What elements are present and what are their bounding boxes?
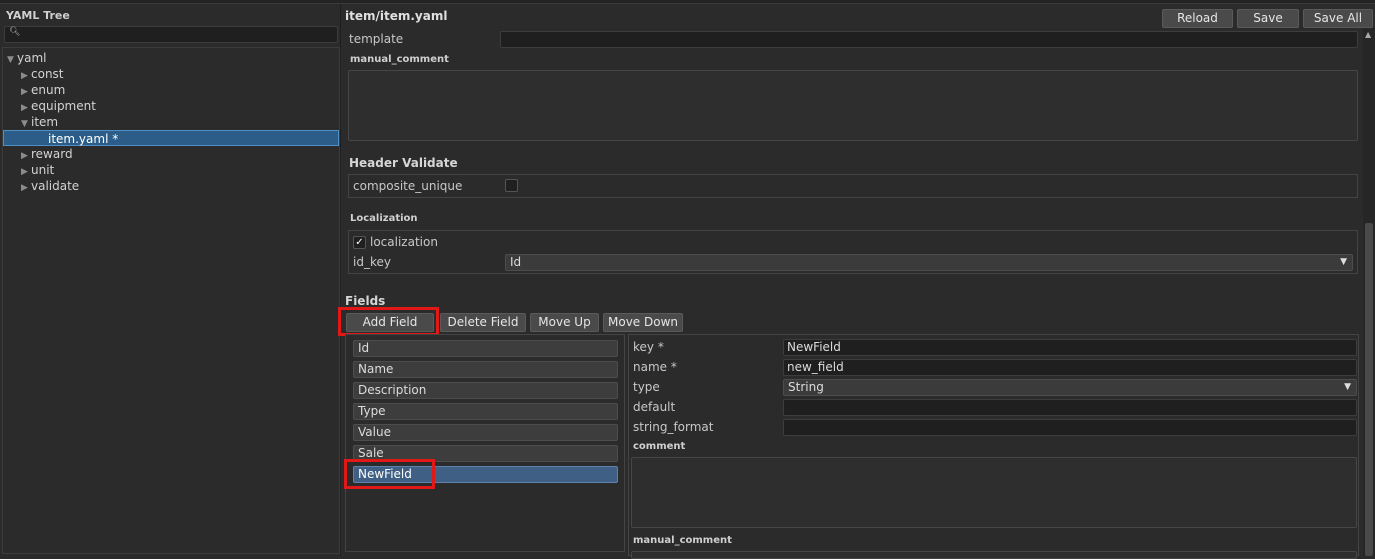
- search-icon: 🔍︎: [9, 27, 21, 37]
- chevron-down-icon: ▼: [1340, 257, 1347, 267]
- save-all-button[interactable]: Save All: [1303, 9, 1373, 28]
- fields-title: Fields: [345, 294, 386, 308]
- manual-comment-label: manual_comment: [350, 54, 449, 65]
- composite-unique-checkbox[interactable]: [505, 179, 518, 192]
- field-detail-panel: key * NewField name * new_field type Str…: [628, 334, 1359, 559]
- id-key-label: id_key: [353, 255, 391, 269]
- editor-panel: item/item.yaml Reload Save Save All ▲ te…: [338, 4, 1375, 559]
- move-up-button[interactable]: Move Up: [530, 313, 599, 332]
- default-input[interactable]: [783, 399, 1357, 416]
- field-list-item-type[interactable]: Type: [353, 403, 618, 420]
- default-label: default: [633, 400, 676, 414]
- save-button[interactable]: Save: [1237, 9, 1299, 28]
- composite-unique-label: composite_unique: [353, 179, 463, 193]
- file-title: item/item.yaml: [345, 9, 448, 23]
- field-list-item-id[interactable]: Id: [353, 340, 618, 357]
- field-list-item-description[interactable]: Description: [353, 382, 618, 399]
- key-input[interactable]: NewField: [783, 339, 1357, 356]
- collapsed-arrow-icon[interactable]: ▶: [21, 180, 31, 196]
- comment-textarea[interactable]: [631, 457, 1357, 528]
- editor-scrollbar[interactable]: ▲: [1363, 28, 1375, 556]
- field-list[interactable]: Id Name Description Type Value Sale NewF…: [345, 334, 625, 552]
- tree-item-unit[interactable]: ▶ unit: [3, 162, 339, 178]
- tree-item-reward[interactable]: ▶ reward: [3, 146, 339, 162]
- type-selected-value: String: [788, 380, 824, 394]
- tree-item-validate[interactable]: ▶ validate: [3, 178, 339, 194]
- header-validate-group: composite_unique: [348, 174, 1358, 198]
- highlight-new-field: [344, 459, 435, 489]
- comment-label: comment: [633, 441, 686, 452]
- type-label: type: [633, 380, 660, 394]
- name-input[interactable]: new_field: [783, 359, 1357, 376]
- localization-checkbox[interactable]: ✓: [353, 236, 366, 249]
- field-list-item-name[interactable]: Name: [353, 361, 618, 378]
- tree-view[interactable]: ▼ yaml ▶ const ▶ enum ▶ equipment ▼ item item…: [2, 47, 340, 554]
- string-format-label: string_format: [633, 420, 714, 434]
- yaml-tree-panel: YAML Tree 🔍︎ ▼ yaml ▶ const ▶ enum ▶ equipme…: [0, 4, 341, 556]
- move-down-button[interactable]: Move Down: [603, 313, 683, 332]
- scroll-up-arrow-icon[interactable]: ▲: [1365, 30, 1371, 39]
- header-validate-title: Header Validate: [349, 156, 458, 170]
- field-manual-comment-textarea[interactable]: [631, 551, 1357, 559]
- scrollbar-thumb[interactable]: [1365, 223, 1373, 556]
- localization-checkbox-label: localization: [370, 235, 438, 249]
- chevron-down-icon: ▼: [1344, 382, 1351, 392]
- tree-item-enum[interactable]: ▶ enum: [3, 82, 339, 98]
- name-label: name *: [633, 360, 677, 374]
- delete-field-button[interactable]: Delete Field: [440, 313, 526, 332]
- field-manual-comment-label: manual_comment: [633, 535, 732, 546]
- type-dropdown[interactable]: String ▼: [783, 379, 1357, 396]
- tree-item-const[interactable]: ▶ const: [3, 66, 339, 82]
- key-label: key *: [633, 340, 664, 354]
- check-icon: ✓: [355, 237, 364, 248]
- reload-button[interactable]: Reload: [1162, 9, 1233, 28]
- localization-group: ✓ localization id_key Id ▼: [348, 230, 1358, 274]
- field-list-item-value[interactable]: Value: [353, 424, 618, 441]
- tree-item-item[interactable]: ▼ item: [3, 114, 339, 130]
- manual-comment-textarea[interactable]: [348, 70, 1358, 141]
- tree-search-input[interactable]: 🔍︎: [4, 26, 338, 43]
- tree-item-item-yaml[interactable]: item.yaml *: [3, 130, 339, 146]
- tree-item-yaml[interactable]: ▼ yaml: [3, 50, 339, 66]
- tree-panel-title: YAML Tree: [6, 9, 70, 22]
- id-key-dropdown[interactable]: Id ▼: [505, 254, 1353, 271]
- highlight-add-field: [338, 307, 439, 336]
- id-key-selected-value: Id: [510, 255, 522, 269]
- localization-title: Localization: [350, 213, 418, 224]
- string-format-input[interactable]: [783, 419, 1357, 436]
- template-label: template: [349, 32, 404, 46]
- tree-item-equipment[interactable]: ▶ equipment: [3, 98, 339, 114]
- template-input[interactable]: [500, 31, 1358, 48]
